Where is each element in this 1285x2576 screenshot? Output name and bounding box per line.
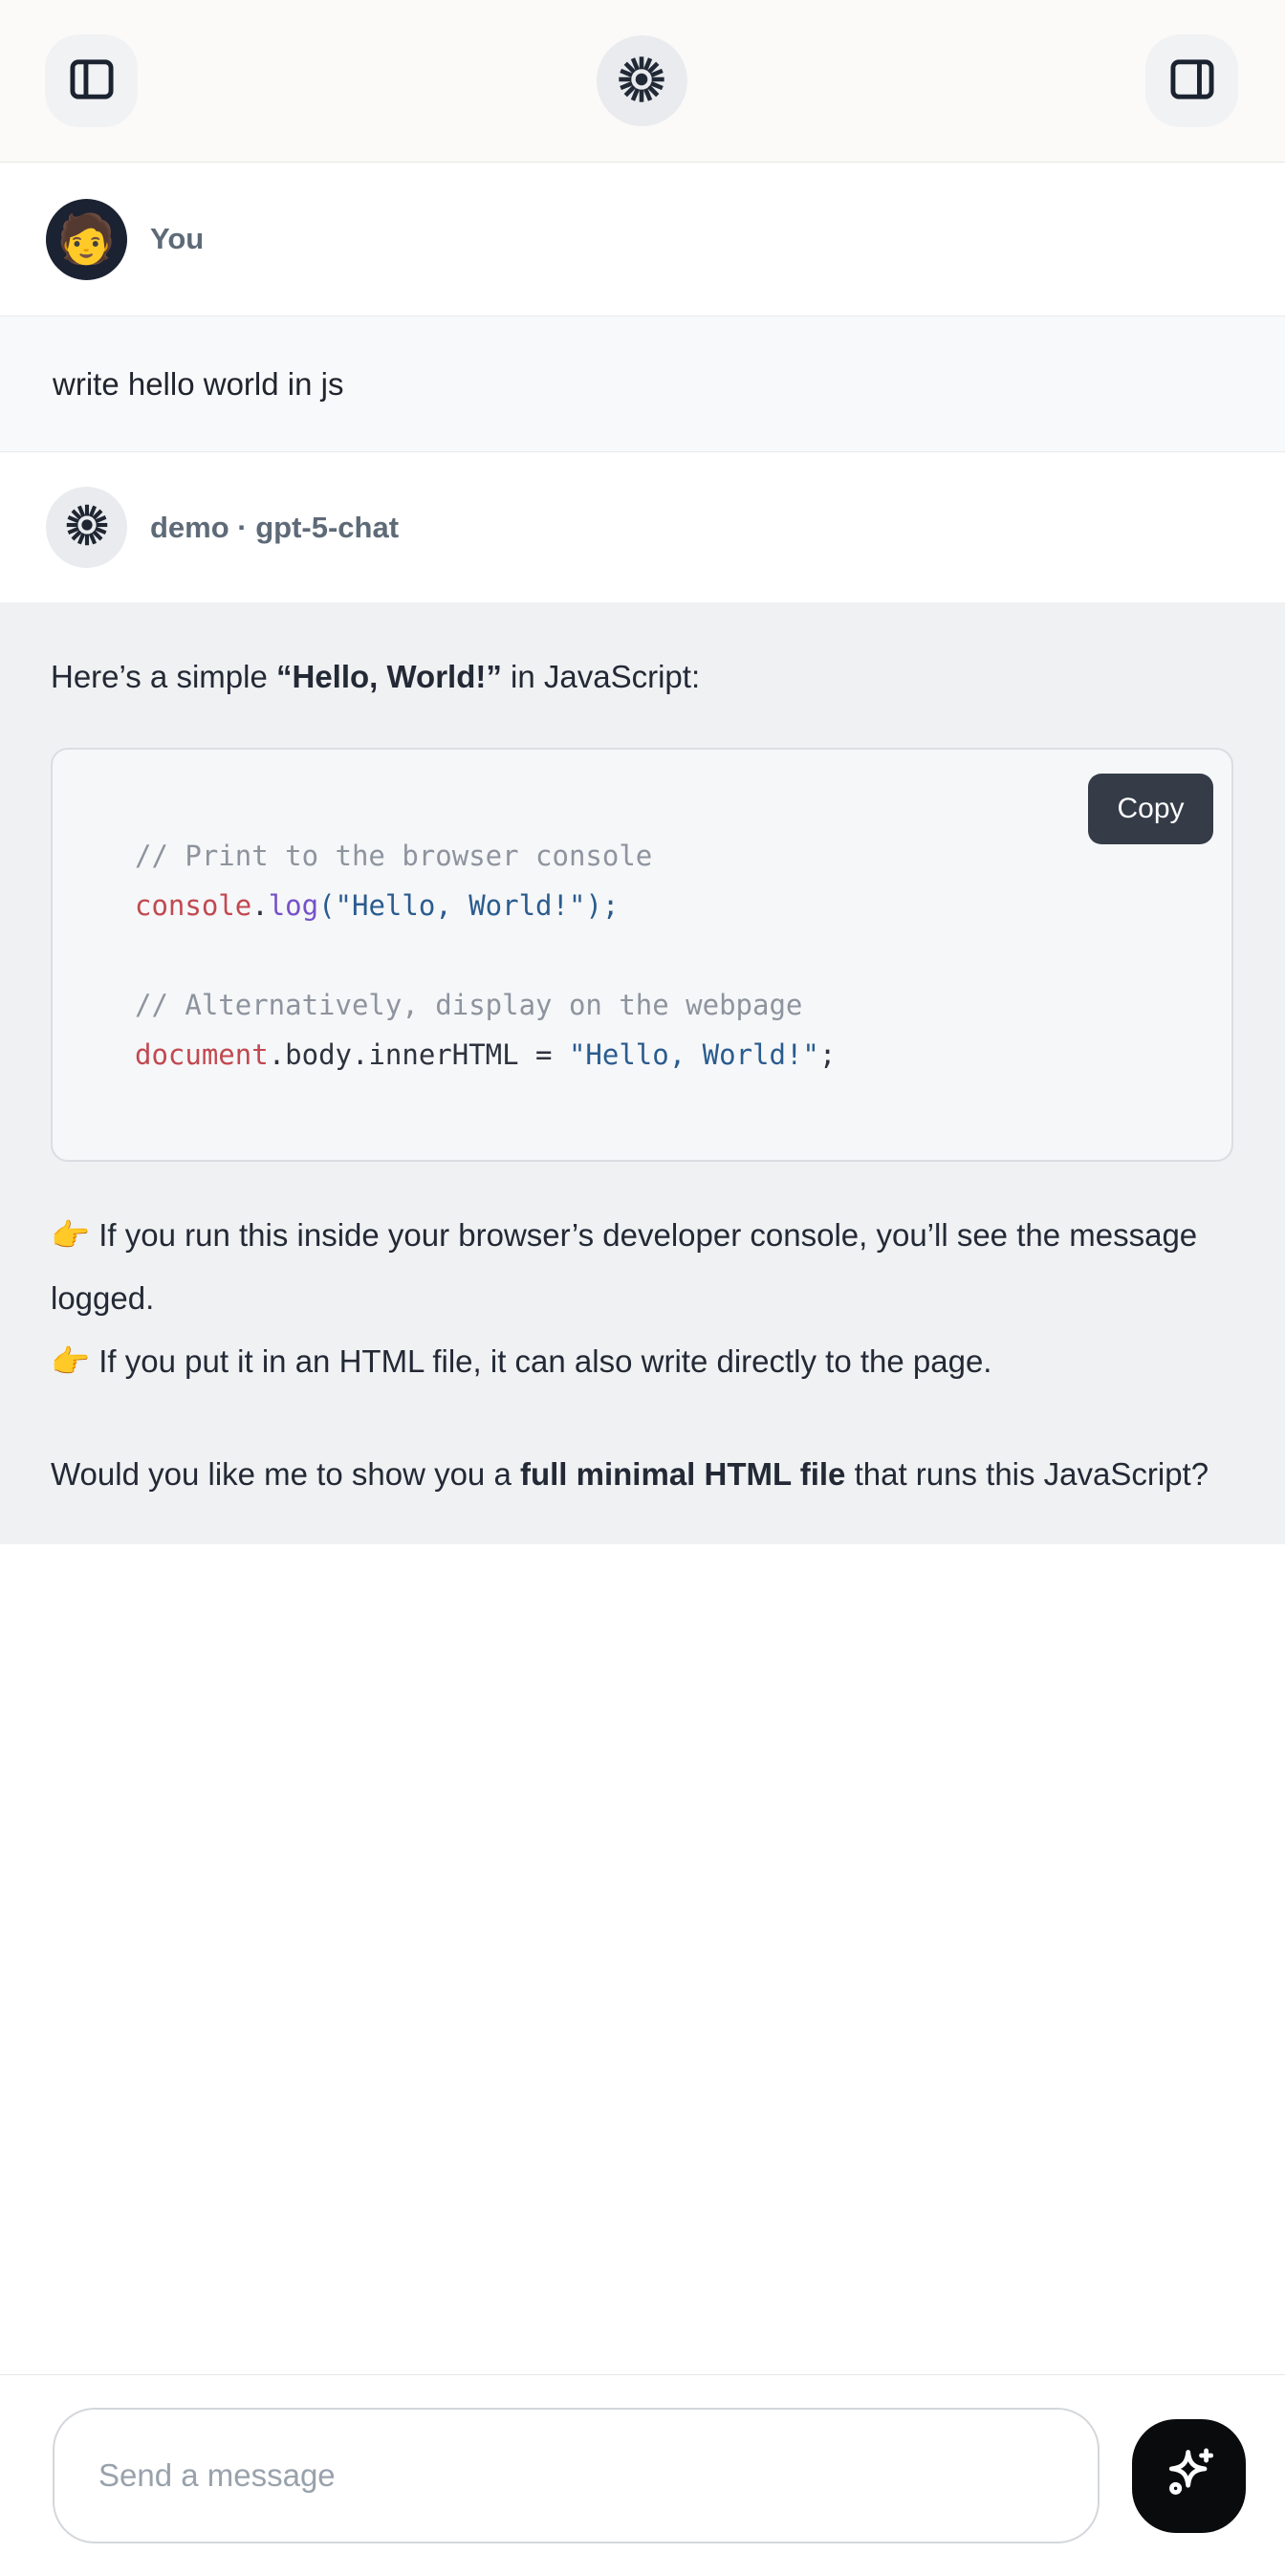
assistant-message-group: demo · gpt-5-chat Here’s a simple “Hello… bbox=[0, 452, 1285, 1544]
assistant-question-text: Would you like me to show you a full min… bbox=[51, 1443, 1233, 1506]
user-message-text: write hello world in js bbox=[53, 366, 343, 403]
code-content: // Print to the browser consoleconsole.l… bbox=[53, 750, 1231, 1080]
person-emoji-icon: 🧑 bbox=[56, 215, 116, 263]
panel-right-icon bbox=[1165, 53, 1219, 109]
app-logo-button[interactable] bbox=[597, 35, 687, 126]
message-input[interactable] bbox=[53, 2408, 1100, 2543]
sparkle-plus-icon bbox=[1159, 2444, 1220, 2508]
chat-app: 🧑 You write hello world in js bbox=[0, 0, 1285, 2576]
user-avatar: 🧑 bbox=[46, 199, 127, 280]
composer-bar bbox=[0, 2374, 1285, 2576]
assistant-avatar bbox=[46, 487, 127, 568]
user-author-row: 🧑 You bbox=[0, 163, 1285, 316]
assistant-tips-text: 👉 If you run this inside your browser’s … bbox=[51, 1204, 1233, 1393]
assistant-author-row: demo · gpt-5-chat bbox=[0, 452, 1285, 602]
copy-code-button[interactable]: Copy bbox=[1088, 774, 1213, 844]
starburst-icon bbox=[614, 52, 669, 110]
panel-left-icon bbox=[65, 53, 119, 109]
sidebar-toggle-button[interactable] bbox=[45, 34, 138, 127]
code-block: Copy // Print to the browser consolecons… bbox=[51, 748, 1233, 1162]
user-message: write hello world in js bbox=[0, 316, 1285, 452]
user-author-name: You bbox=[150, 222, 204, 256]
assistant-intro-text: Here’s a simple “Hello, World!” in JavaS… bbox=[51, 645, 1233, 709]
top-bar bbox=[0, 0, 1285, 163]
assistant-message: Here’s a simple “Hello, World!” in JavaS… bbox=[0, 602, 1285, 1544]
starburst-icon bbox=[62, 500, 112, 555]
right-panel-toggle-button[interactable] bbox=[1145, 34, 1238, 127]
assistant-author-name: demo · gpt-5-chat bbox=[150, 511, 399, 545]
user-message-group: 🧑 You write hello world in js bbox=[0, 163, 1285, 452]
send-button[interactable] bbox=[1132, 2419, 1246, 2533]
